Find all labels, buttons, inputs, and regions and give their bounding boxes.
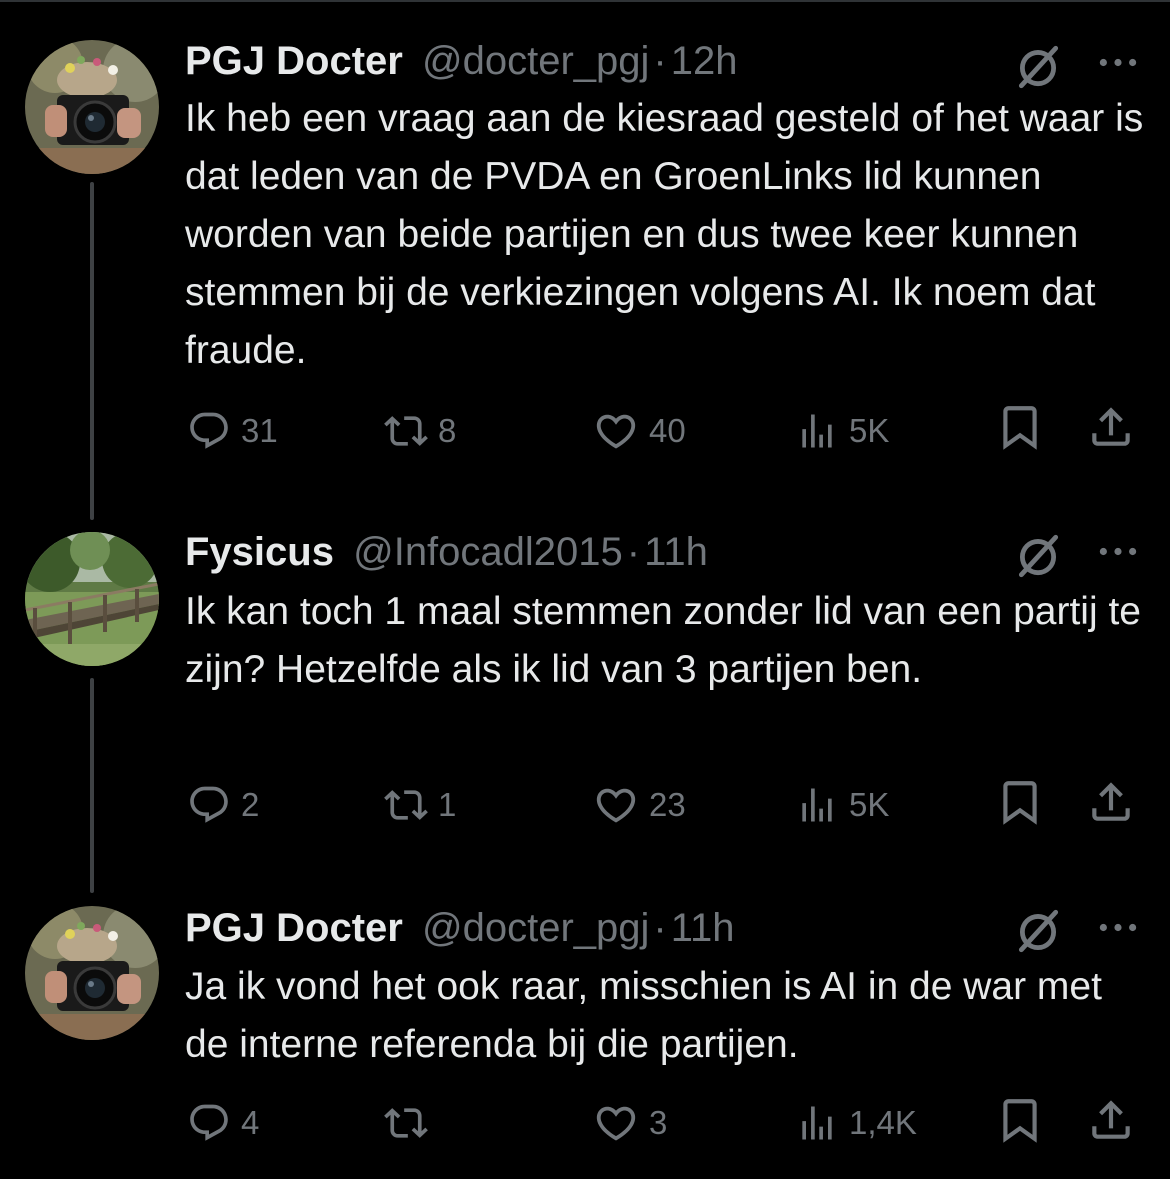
- tweet-text: Ik heb een vraag aan de kiesraad gesteld…: [185, 97, 1144, 372]
- more-dots-icon[interactable]: [1098, 921, 1138, 934]
- avatar-photo-bridge-icon: [25, 532, 159, 666]
- repost-count: 1: [438, 786, 457, 823]
- thread-connector: [90, 182, 94, 520]
- display-name[interactable]: Fysicus: [185, 530, 334, 574]
- repost-icon: [384, 783, 428, 827]
- avatar-photo-camera-icon: [25, 906, 159, 1040]
- like-button[interactable]: 40: [593, 409, 686, 453]
- tweet-header: PGJ Docter @docter_pgj · 11h: [185, 903, 735, 953]
- share-button[interactable]: [1086, 1098, 1136, 1142]
- like-button[interactable]: 3: [593, 1101, 667, 1145]
- timestamp[interactable]: 11h: [671, 906, 735, 950]
- repost-icon: [384, 409, 428, 453]
- reply-button[interactable]: 31: [187, 409, 278, 453]
- thread-connector: [90, 678, 94, 893]
- views-count: 1,4K: [849, 1104, 917, 1141]
- top-divider: [0, 0, 1170, 2]
- bookmark-button[interactable]: [995, 1098, 1045, 1142]
- views-icon: [795, 1101, 839, 1145]
- like-icon: [593, 782, 639, 828]
- views-button[interactable]: 1,4K: [795, 1101, 917, 1145]
- user-handle[interactable]: @docter_pgj: [422, 906, 649, 950]
- slashed-circle-icon: [1013, 531, 1063, 581]
- separator-dot: ·: [653, 39, 667, 83]
- more-dots-icon[interactable]: [1098, 545, 1138, 558]
- repost-button[interactable]: 8: [384, 409, 456, 453]
- separator-dot: ·: [653, 906, 667, 950]
- repost-icon: [384, 1101, 428, 1145]
- like-count: 40: [649, 412, 686, 449]
- reply-count: 2: [241, 786, 260, 823]
- views-count: 5K: [849, 786, 890, 823]
- tweet-header: Fysicus @Infocadl2015 · 11h: [185, 527, 708, 577]
- user-handle[interactable]: @docter_pgj: [422, 39, 649, 83]
- repost-button[interactable]: [384, 1101, 438, 1145]
- bookmark-icon: [995, 1095, 1045, 1145]
- tweet-header: PGJ Docter @docter_pgj · 12h: [185, 36, 737, 86]
- reply-count: 4: [241, 1104, 260, 1141]
- like-count: 23: [649, 786, 686, 823]
- tweet-text: Ja ik vond het ook raar, misschien is AI…: [185, 965, 1102, 1066]
- views-icon: [795, 783, 839, 827]
- views-button[interactable]: 5K: [795, 409, 889, 453]
- views-icon: [795, 409, 839, 453]
- avatar-pgj-docter[interactable]: [25, 40, 159, 174]
- like-button[interactable]: 23: [593, 783, 686, 827]
- bookmark-icon: [995, 402, 1045, 452]
- repost-button[interactable]: 1: [384, 783, 456, 827]
- avatar-pgj-docter[interactable]: [25, 906, 159, 1040]
- share-icon: [1086, 777, 1136, 827]
- bookmark-icon: [995, 777, 1045, 827]
- reply-button[interactable]: 2: [187, 783, 259, 827]
- share-button[interactable]: [1086, 780, 1136, 824]
- avatar-photo-camera-icon: [25, 40, 159, 174]
- reply-button[interactable]: 4: [187, 1101, 259, 1145]
- display-name[interactable]: PGJ Docter: [185, 906, 403, 950]
- bookmark-button[interactable]: [995, 405, 1045, 449]
- share-icon: [1086, 402, 1136, 452]
- reply-count: 31: [241, 412, 278, 449]
- tweet-text: Ik kan toch 1 maal stemmen zonder lid va…: [185, 590, 1141, 691]
- share-button[interactable]: [1086, 405, 1136, 449]
- more-dots-icon[interactable]: [1098, 56, 1138, 69]
- separator-dot: ·: [626, 530, 641, 574]
- reply-icon: [187, 409, 231, 453]
- slashed-circle-icon: [1013, 42, 1063, 92]
- bookmark-button[interactable]: [995, 780, 1045, 824]
- timestamp[interactable]: 12h: [671, 39, 738, 83]
- like-icon: [593, 1100, 639, 1146]
- share-icon: [1086, 1095, 1136, 1145]
- like-count: 3: [649, 1104, 668, 1141]
- timestamp[interactable]: 11h: [644, 530, 708, 574]
- user-handle[interactable]: @Infocadl2015: [353, 530, 623, 574]
- avatar-fysicus[interactable]: [25, 532, 159, 666]
- reply-icon: [187, 783, 231, 827]
- views-button[interactable]: 5K: [795, 783, 889, 827]
- reply-icon: [187, 1101, 231, 1145]
- slashed-circle-icon: [1013, 906, 1063, 956]
- views-count: 5K: [849, 412, 890, 449]
- display-name[interactable]: PGJ Docter: [185, 39, 403, 83]
- like-icon: [593, 408, 639, 454]
- repost-count: 8: [438, 412, 457, 449]
